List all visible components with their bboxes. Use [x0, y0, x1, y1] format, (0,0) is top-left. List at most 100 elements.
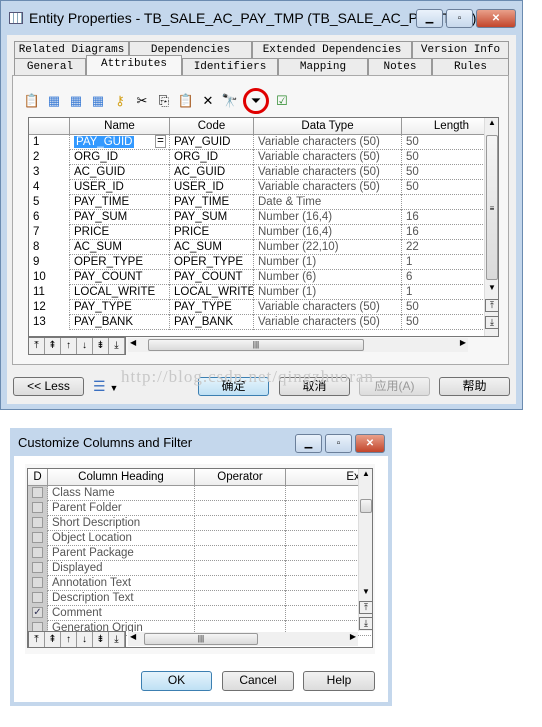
selected-name[interactable]: PAY_GUID — [74, 136, 135, 148]
filter-row-navigation[interactable]: ⤒ ⇞ ↑ ↓ ⇟ ⤓ — [28, 631, 126, 647]
move-page-down-icon[interactable]: ⇟ — [93, 338, 109, 354]
name-cell[interactable]: PAY_BANK — [70, 315, 170, 330]
column-header[interactable]: Data Type — [254, 118, 402, 134]
less-button[interactable]: << Less — [13, 377, 84, 396]
name-cell[interactable]: ORG_ID — [70, 150, 170, 165]
operator-cell[interactable] — [195, 516, 286, 531]
column-heading-cell[interactable]: Short Description — [48, 516, 195, 531]
filter-close-button[interactable]: ✕ — [355, 434, 385, 453]
name-cell[interactable]: PAY_GUID = — [70, 135, 170, 150]
code-cell[interactable]: OPER_TYPE — [170, 255, 254, 270]
filter-column-header[interactable]: Column Heading — [48, 469, 195, 485]
tab-row1-2[interactable]: Extended Dependencies — [252, 41, 412, 58]
data-type-cell[interactable]: Number (16,4) — [254, 225, 402, 240]
name-cell[interactable]: PAY_COUNT — [70, 270, 170, 285]
add-row-icon[interactable]: ▦ — [67, 93, 85, 109]
filter-row[interactable]: Parent Folder — [28, 501, 372, 516]
close-button[interactable]: ✕ — [476, 9, 516, 28]
tab-notes[interactable]: Notes — [368, 58, 432, 75]
table-row[interactable]: 12 PAY_TYPE PAY_TYPE Variable characters (5… — [29, 300, 498, 315]
table-row[interactable]: 3 AC_GUID AC_GUID Variable characters (50) 5… — [29, 165, 498, 180]
code-cell[interactable]: PAY_TYPE — [170, 300, 254, 315]
display-checkbox-cell[interactable]: ✓ — [28, 606, 48, 621]
vertical-scrollbar[interactable]: ▲ ≡ ▼ ⤒ ⤓ — [484, 118, 498, 336]
filter-help-button[interactable]: Help — [303, 671, 375, 691]
filter-ok-button[interactable]: OK — [141, 671, 212, 691]
columns-grid[interactable]: DColumn HeadingOperatorExpr Class NamePa… — [27, 468, 373, 648]
filter-maximize-button[interactable]: ▫ — [325, 434, 352, 453]
data-type-cell[interactable]: Variable characters (50) — [254, 165, 402, 180]
tab-row1-3[interactable]: Version Info — [412, 41, 509, 58]
move-page-up-icon[interactable]: ⇞ — [45, 632, 61, 647]
filter-row[interactable]: Object Location — [28, 531, 372, 546]
name-cell[interactable]: PAY_TYPE — [70, 300, 170, 315]
column-heading-cell[interactable]: Description Text — [48, 591, 195, 606]
operator-cell[interactable] — [195, 591, 286, 606]
display-checkbox-cell[interactable] — [28, 516, 48, 531]
column-heading-cell[interactable]: Class Name — [48, 486, 195, 501]
table-row[interactable]: 11 LOCAL_WRITE LOCAL_WRITE Number (1) 1 — [29, 285, 498, 300]
name-cell[interactable]: AC_GUID — [70, 165, 170, 180]
code-cell[interactable]: PAY_GUID — [170, 135, 254, 150]
help-button[interactable]: 帮助 — [439, 377, 510, 396]
display-checkbox[interactable] — [32, 562, 43, 574]
name-cell[interactable]: LOCAL_WRITE — [70, 285, 170, 300]
find-icon[interactable]: 🔭 — [221, 93, 239, 109]
data-type-cell[interactable]: Number (1) — [254, 255, 402, 270]
operator-cell[interactable] — [195, 561, 286, 576]
code-cell[interactable]: PAY_BANK — [170, 315, 254, 330]
table-row[interactable]: 13 PAY_BANK PAY_BANK Variable characters (5… — [29, 315, 498, 330]
display-checkbox[interactable] — [32, 517, 43, 529]
data-type-cell[interactable]: Number (22,10) — [254, 240, 402, 255]
operator-cell[interactable] — [195, 576, 286, 591]
table-row[interactable]: 4 USER_ID USER_ID Variable characters (50) 5… — [29, 180, 498, 195]
column-heading-cell[interactable]: Parent Package — [48, 546, 195, 561]
display-checkbox[interactable] — [32, 592, 43, 604]
operator-cell[interactable] — [195, 486, 286, 501]
table-row[interactable]: 8AC_SUMAC_SUMNumber (22,10)2210 — [29, 240, 498, 255]
add-attributes-icon[interactable]: ▦ — [89, 93, 107, 109]
minimize-button[interactable]: ▁ — [416, 9, 443, 28]
code-cell[interactable]: LOCAL_WRITE — [170, 285, 254, 300]
data-type-cell[interactable]: Variable characters (50) — [254, 135, 402, 150]
filter-horizontal-scrollbar[interactable]: ◀ ||| ▶ — [128, 632, 358, 646]
display-checkbox-cell[interactable] — [28, 561, 48, 576]
paste-icon[interactable]: 📋 — [177, 93, 195, 109]
move-top-icon[interactable]: ⤒ — [29, 338, 45, 354]
table-row[interactable]: 7PRICEPRICENumber (16,4)164 — [29, 225, 498, 240]
code-cell[interactable]: PRICE — [170, 225, 254, 240]
filter-column-header[interactable]: D — [28, 469, 48, 485]
edit-ellipsis-button[interactable]: = — [155, 135, 166, 148]
tab-general[interactable]: General — [14, 58, 86, 75]
filter-row[interactable]: ✓ Comment — [28, 606, 372, 621]
filter-row[interactable]: Parent Package — [28, 546, 372, 561]
table-row[interactable]: 10 PAY_COUNT PAY_COUNT Number (6) 6 — [29, 270, 498, 285]
data-type-cell[interactable]: Number (16,4) — [254, 210, 402, 225]
filter-row[interactable]: Displayed — [28, 561, 372, 576]
move-top-icon[interactable]: ⤒ — [29, 632, 45, 647]
data-type-cell[interactable]: Variable characters (50) — [254, 150, 402, 165]
insert-row-icon[interactable]: ▦ — [45, 93, 63, 109]
operator-cell[interactable] — [195, 531, 286, 546]
data-type-cell[interactable]: Variable characters (50) — [254, 315, 402, 330]
copy-icon[interactable]: ⎘ — [155, 93, 173, 109]
filter-apply-icon[interactable]: ☑ — [273, 93, 291, 109]
data-type-cell[interactable]: Variable characters (50) — [254, 180, 402, 195]
report-icon[interactable]: ☰ ▼ — [93, 378, 118, 395]
column-heading-cell[interactable]: Object Location — [48, 531, 195, 546]
filter-row[interactable]: Class Name — [28, 486, 372, 501]
tab-mapping[interactable]: Mapping — [278, 58, 368, 75]
operator-cell[interactable] — [195, 546, 286, 561]
name-cell[interactable]: OPER_TYPE — [70, 255, 170, 270]
tab-identifiers[interactable]: Identifiers — [182, 58, 278, 75]
display-checkbox-cell[interactable] — [28, 486, 48, 501]
move-down-icon[interactable]: ↓ — [77, 632, 93, 647]
table-row[interactable]: 5 PAY_TIME PAY_TIME Date & Time — [29, 195, 498, 210]
column-header[interactable]: Name — [70, 118, 170, 134]
code-cell[interactable]: PAY_TIME — [170, 195, 254, 210]
data-type-cell[interactable]: Number (1) — [254, 285, 402, 300]
table-row[interactable]: 1 PAY_GUID = PAY_GUID Variable characters (5… — [29, 135, 498, 150]
operator-cell[interactable] — [195, 606, 286, 621]
code-cell[interactable]: AC_SUM — [170, 240, 254, 255]
name-cell[interactable]: PAY_TIME — [70, 195, 170, 210]
